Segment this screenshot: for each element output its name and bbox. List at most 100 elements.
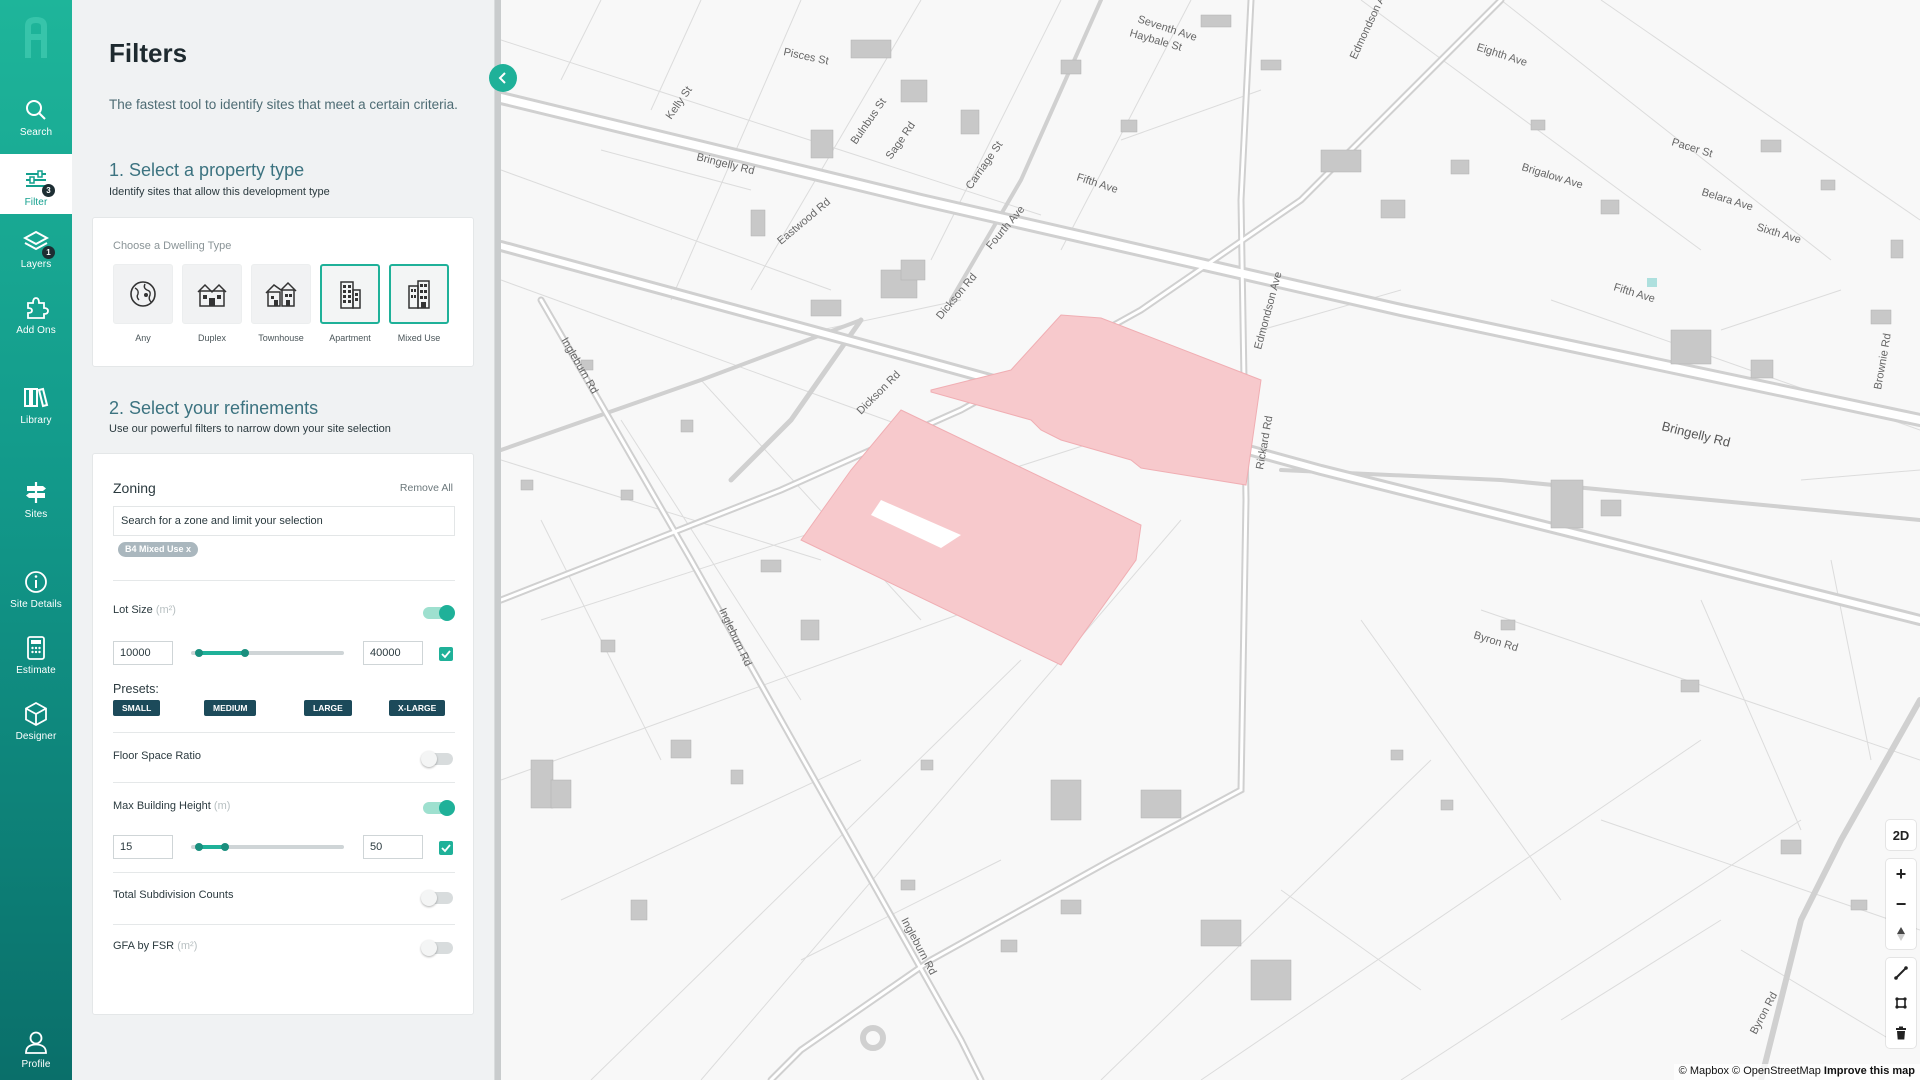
zone-search-input[interactable] xyxy=(113,506,455,536)
filter-count-badge: 3 xyxy=(42,184,55,197)
nav-designer[interactable]: Designer xyxy=(0,688,72,748)
layers-icon: 1 xyxy=(22,229,55,259)
gfa-by-fsr-label: GFA by FSR (m²) xyxy=(113,940,197,952)
preset-medium-button[interactable]: MEDIUM xyxy=(204,700,257,716)
nav-sites[interactable]: Sites xyxy=(0,466,72,526)
dwelling-option-label: Duplex xyxy=(197,333,226,343)
divider xyxy=(113,732,455,733)
logo-icon xyxy=(25,17,47,58)
compass-icon xyxy=(1897,927,1905,941)
view-mode-control: 2D xyxy=(1886,820,1916,850)
lot-size-label-text: Lot Size xyxy=(113,604,153,616)
calculator-icon xyxy=(23,635,49,661)
toggle-knob xyxy=(421,940,437,956)
nav-profile[interactable]: Profile xyxy=(0,1016,72,1076)
nav-label: Site Details xyxy=(10,599,62,610)
refinements-card: Zoning Remove All B4 Mixed Use x Lot Siz… xyxy=(92,453,474,1015)
preset-large-button[interactable]: LARGE xyxy=(304,700,352,716)
section-2-subtitle: Use our powerful filters to narrow down … xyxy=(109,423,391,435)
mapbox-attribution-link[interactable]: © Mapbox xyxy=(1679,1065,1729,1077)
remove-all-button[interactable]: Remove All xyxy=(400,482,453,494)
view-2d-toggle[interactable]: 2D xyxy=(1886,820,1916,850)
max-building-height-toggle[interactable] xyxy=(423,800,455,816)
nav-label: Layers xyxy=(20,259,52,270)
nav-filter[interactable]: 3 Filter xyxy=(0,154,72,214)
zoom-out-button[interactable]: − xyxy=(1886,889,1916,919)
slider-max-handle[interactable] xyxy=(220,843,229,851)
dwelling-type-label: Choose a Dwelling Type xyxy=(113,240,232,252)
nav-library[interactable]: Library xyxy=(0,372,72,432)
panel-description: The fastest tool to identify sites that … xyxy=(109,97,458,112)
section-1-subtitle: Identify sites that allow this developme… xyxy=(109,186,330,198)
gfa-by-fsr-toggle[interactable] xyxy=(421,940,453,956)
library-icon xyxy=(23,385,49,411)
dwelling-type-card: Choose a Dwelling Type Any Duplex Townho… xyxy=(92,217,474,367)
preset-x-large-button[interactable]: X-LARGE xyxy=(389,700,446,716)
nav-site-details[interactable]: Site Details xyxy=(0,556,72,616)
dwelling-option-duplex[interactable]: Duplex xyxy=(182,264,242,343)
dwelling-option-any[interactable]: Any xyxy=(113,264,173,343)
nav-search[interactable]: Search xyxy=(0,84,72,144)
lot-size-toggle[interactable] xyxy=(423,605,455,621)
floor-space-ratio-toggle[interactable] xyxy=(421,751,453,767)
slider-min-handle[interactable] xyxy=(194,843,203,851)
improve-map-link[interactable]: Improve this map xyxy=(1824,1065,1915,1077)
map-attribution: © Mapbox © OpenStreetMap Improve this ma… xyxy=(1673,1064,1920,1080)
presets-label: Presets: xyxy=(113,682,159,696)
slider-min-handle[interactable] xyxy=(194,649,203,657)
zoom-in-button[interactable]: + xyxy=(1886,859,1916,889)
draw-line-button[interactable] xyxy=(1886,958,1916,988)
dwelling-option-label: Any xyxy=(135,333,151,343)
floor-space-ratio-label: Floor Space Ratio xyxy=(113,750,202,762)
max-height-apply-checkbox[interactable] xyxy=(439,841,453,855)
nav-layers[interactable]: 1 Layers xyxy=(0,216,72,276)
total-subdivision-counts-toggle[interactable] xyxy=(421,890,453,906)
layers-count-badge: 1 xyxy=(42,246,55,259)
trash-icon xyxy=(1896,1026,1906,1040)
total-subdivision-counts-label: Total Subdivision Counts xyxy=(113,889,234,901)
nav-estimate[interactable]: Estimate xyxy=(0,622,72,682)
slider-range-fill xyxy=(198,651,245,655)
draw-polygon-button[interactable] xyxy=(1886,988,1916,1018)
draw-control xyxy=(1886,958,1916,1048)
sites-icon xyxy=(23,479,49,505)
lot-size-apply-checkbox[interactable] xyxy=(439,647,453,661)
section-2-title: 2. Select your refinements xyxy=(109,398,319,418)
collapse-panel-button[interactable] xyxy=(489,64,517,92)
nav-label: Sites xyxy=(24,509,48,520)
townhouse-icon xyxy=(265,281,297,307)
dwelling-option-apartment[interactable]: Apartment xyxy=(320,264,380,343)
user-icon xyxy=(23,1029,49,1055)
osm-attribution-link[interactable]: © OpenStreetMap xyxy=(1732,1065,1821,1077)
slider-max-handle[interactable] xyxy=(240,649,249,657)
line-tool-icon xyxy=(1894,966,1908,980)
max-height-max-input[interactable] xyxy=(363,835,423,859)
nav-addons[interactable]: Add Ons xyxy=(0,282,72,342)
mixed-use-icon xyxy=(408,280,430,309)
water-feature xyxy=(1647,278,1657,287)
lot-size-min-input[interactable] xyxy=(113,641,173,665)
zoning-title: Zoning xyxy=(113,480,156,496)
toggle-knob xyxy=(439,605,455,621)
map-canvas[interactable]: Pisces St Seventh Ave Haybale St Edmonds… xyxy=(501,0,1920,1080)
filter-icon: 3 xyxy=(23,167,55,197)
compass-button[interactable] xyxy=(1886,919,1916,949)
zone-chip-b4-mixed-use[interactable]: B4 Mixed Use x xyxy=(118,542,199,557)
lot-size-slider[interactable] xyxy=(191,649,344,657)
globe-icon xyxy=(130,281,156,307)
max-building-height-unit: (m) xyxy=(213,800,231,812)
dwelling-option-mixed-use[interactable]: Mixed Use xyxy=(389,264,449,343)
toggle-knob xyxy=(421,890,437,906)
max-building-height-label-text: Max Building Height xyxy=(113,800,211,812)
gfa-by-fsr-unit: (m²) xyxy=(177,940,198,952)
preset-small-button[interactable]: SMALL xyxy=(113,700,161,716)
max-height-slider[interactable] xyxy=(191,843,344,851)
dwelling-option-townhouse[interactable]: Townhouse xyxy=(251,264,311,343)
delete-drawing-button[interactable] xyxy=(1886,1018,1916,1048)
max-height-min-input[interactable] xyxy=(113,835,173,859)
puzzle-icon xyxy=(23,295,49,321)
info-icon xyxy=(23,569,49,595)
lot-size-max-input[interactable] xyxy=(363,641,423,665)
cube-icon xyxy=(23,701,49,727)
check-icon xyxy=(441,844,451,853)
